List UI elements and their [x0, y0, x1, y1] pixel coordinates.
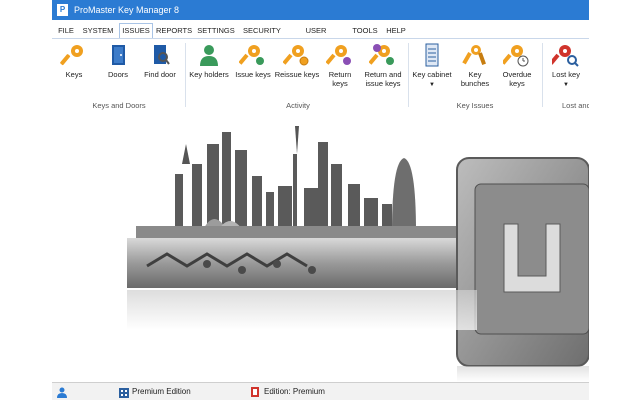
doors-button[interactable]: Doors [98, 41, 138, 97]
return-keys-button[interactable]: Return keys [320, 41, 360, 97]
menu-help[interactable]: HELP [385, 24, 407, 38]
issue-key-icon [239, 45, 264, 65]
edition-status: Premium Edition [132, 387, 191, 396]
app-window: P ProMaster Key Manager 8 FILE SYSTEM IS… [52, 0, 589, 400]
menu-file[interactable]: FILE [58, 24, 74, 38]
key-cabinet-button[interactable]: Key cabinet ▼ [410, 41, 454, 97]
overdue-keys-button[interactable]: Overdue keys [497, 41, 537, 97]
keys-button[interactable]: Keys [54, 41, 94, 97]
overdue-key-icon [503, 45, 529, 67]
menu-settings[interactable]: SETTINGS [197, 24, 235, 38]
menu-reports[interactable]: REPORTS [156, 24, 192, 38]
window-title: ProMaster Key Manager 8 [74, 5, 180, 15]
menu-tools[interactable]: TOOLS [352, 24, 378, 38]
menu-user-settings[interactable]: USER SETTINGS [287, 24, 345, 49]
dropdown-caret-icon[interactable]: ▼ [546, 82, 586, 88]
lost-key-icon [552, 45, 579, 67]
key-bunches-button[interactable]: Key bunches [455, 41, 495, 97]
user-icon[interactable] [56, 386, 68, 398]
edition-detail: Edition: Premium [264, 387, 325, 396]
key-holders-button[interactable]: Key holders [188, 41, 230, 97]
splash-artwork [52, 114, 589, 382]
group-separator [408, 43, 409, 107]
menu-system[interactable]: SYSTEM [82, 24, 114, 38]
return-key-icon [326, 45, 351, 65]
menu-bar: FILE SYSTEM ISSUES REPORTS SETTINGS SECU… [52, 23, 589, 49]
person-icon [200, 45, 218, 66]
ribbon: Keys Doors Find door Key holders Issue k… [52, 38, 589, 115]
status-bar: Premium Edition Edition: Premium [52, 382, 589, 400]
group-separator [542, 43, 543, 107]
issue-keys-button[interactable]: Issue keys [232, 41, 274, 97]
menu-security[interactable]: SECURITY [243, 24, 281, 38]
lost-key-button[interactable]: Lost key ▼ [546, 41, 586, 97]
key-bunch-icon [462, 45, 486, 65]
app-logo-icon: P [57, 4, 68, 16]
group-separator [185, 43, 186, 107]
group-label-lost: Lost and [562, 101, 589, 110]
menu-issues[interactable]: ISSUES [119, 23, 153, 39]
edition-badge-icon [250, 386, 260, 398]
group-label-activity: Activity [286, 101, 310, 110]
city-key-illustration [127, 126, 589, 382]
reissue-keys-button[interactable]: Reissue keys [274, 41, 320, 97]
return-issue-keys-button[interactable]: Return and issue keys [361, 41, 405, 97]
title-bar[interactable]: P ProMaster Key Manager 8 [52, 0, 589, 20]
group-label-key-issues: Key Issues [456, 101, 494, 110]
key-icon [60, 45, 83, 66]
door-icon [112, 45, 125, 65]
group-label-keys-doors: Keys and Doors [92, 101, 146, 110]
edition-building-icon [118, 386, 130, 398]
cabinet-icon [425, 43, 439, 67]
dropdown-caret-icon[interactable]: ▼ [410, 82, 454, 88]
return-issue-key-icon [369, 44, 394, 65]
find-door-icon [154, 45, 170, 65]
find-door-button[interactable]: Find door [140, 41, 180, 97]
reissue-key-icon [283, 45, 309, 66]
